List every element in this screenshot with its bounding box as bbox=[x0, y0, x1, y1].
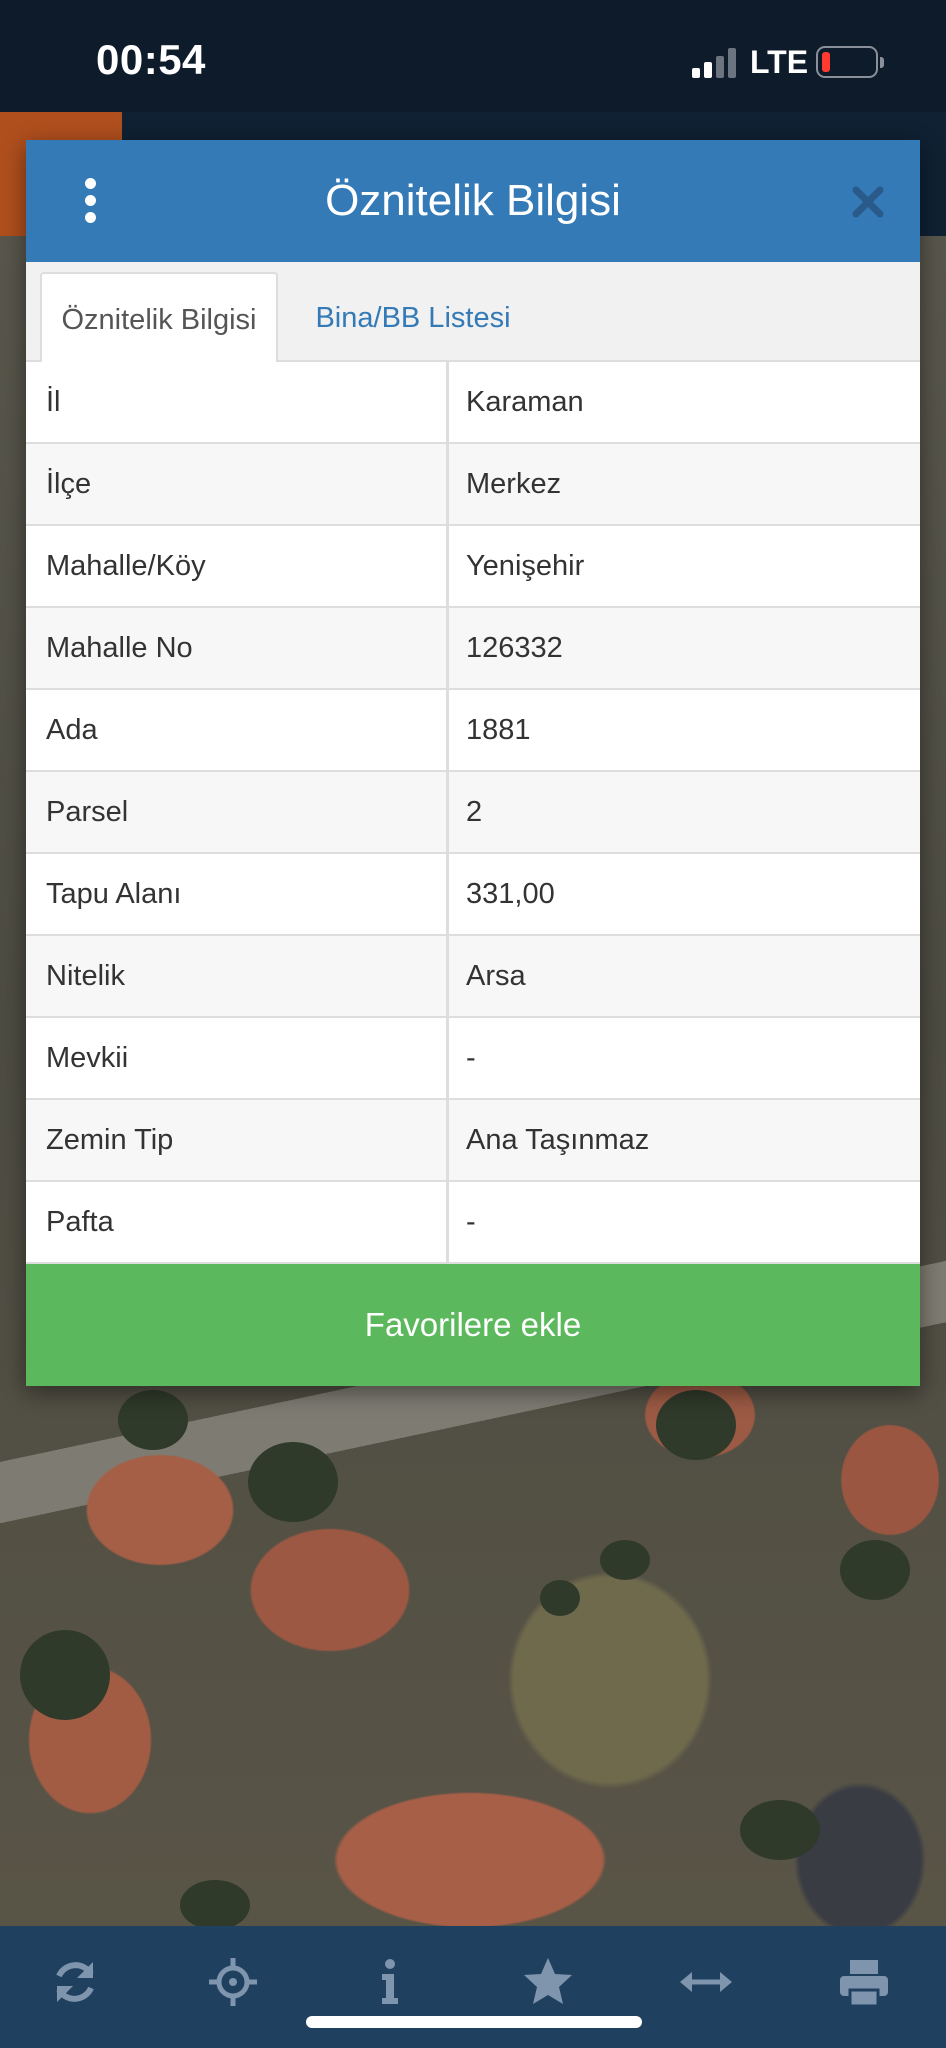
attribute-value: Ana Taşınmaz bbox=[466, 1124, 650, 1156]
attribute-value: - bbox=[466, 1042, 476, 1074]
column-divider bbox=[446, 1100, 449, 1180]
attribute-key: Pafta bbox=[46, 1206, 114, 1238]
battery-icon bbox=[816, 46, 884, 78]
more-vertical-icon[interactable] bbox=[70, 176, 110, 226]
attribute-value: Arsa bbox=[466, 960, 526, 992]
attribute-key: İlçe bbox=[46, 468, 92, 500]
attribute-value: 126332 bbox=[466, 632, 563, 664]
column-divider bbox=[446, 772, 449, 852]
attribute-value: Karaman bbox=[466, 386, 584, 418]
add-favorite-button[interactable]: Favorilere ekle bbox=[26, 1264, 920, 1386]
locate-icon[interactable] bbox=[203, 1952, 263, 2012]
signal-bar bbox=[728, 48, 736, 78]
attribute-dialog: Öznitelik Bilgisi Öznitelik Bilgisi Bina… bbox=[26, 140, 920, 1386]
print-icon[interactable] bbox=[834, 1952, 894, 2012]
info-icon[interactable] bbox=[360, 1952, 420, 2012]
table-row: Mevkii - bbox=[26, 1018, 920, 1100]
map-tree bbox=[180, 1880, 250, 1930]
column-divider bbox=[446, 1018, 449, 1098]
attribute-key: Mahalle No bbox=[46, 632, 193, 664]
column-divider bbox=[446, 1182, 449, 1262]
attribute-value: - bbox=[466, 1206, 476, 1238]
table-row: Mahalle No 126332 bbox=[26, 608, 920, 690]
map-tree bbox=[248, 1442, 338, 1522]
map-tree bbox=[118, 1390, 188, 1450]
map-tree bbox=[540, 1580, 580, 1616]
attribute-key: Ada bbox=[46, 714, 98, 746]
attribute-key: Zemin Tip bbox=[46, 1124, 174, 1156]
map-tree bbox=[740, 1800, 820, 1860]
tab-building-list[interactable]: Bina/BB Listesi bbox=[288, 272, 538, 364]
star-icon[interactable] bbox=[518, 1952, 578, 2012]
tab-attribute-info[interactable]: Öznitelik Bilgisi bbox=[40, 272, 278, 364]
map-tree bbox=[20, 1630, 110, 1720]
table-row: Zemin Tip Ana Taşınmaz bbox=[26, 1100, 920, 1182]
tab-bar: Öznitelik Bilgisi Bina/BB Listesi bbox=[26, 262, 920, 364]
attribute-key: Tapu Alanı bbox=[46, 878, 182, 910]
battery-level bbox=[822, 52, 830, 72]
column-divider bbox=[446, 526, 449, 606]
table-row: Mahalle/Köy Yenişehir bbox=[26, 526, 920, 608]
map-tree bbox=[656, 1390, 736, 1460]
attribute-value: Yenişehir bbox=[466, 550, 585, 582]
attribute-key: Mevkii bbox=[46, 1042, 129, 1074]
attribute-key: İl bbox=[46, 386, 61, 418]
table-row: İl Karaman bbox=[26, 362, 920, 444]
signal-bar bbox=[716, 56, 724, 78]
column-divider bbox=[446, 444, 449, 524]
map-tree bbox=[840, 1540, 910, 1600]
measure-icon[interactable] bbox=[676, 1952, 736, 2012]
column-divider bbox=[446, 854, 449, 934]
column-divider bbox=[446, 362, 449, 442]
attribute-key: Nitelik bbox=[46, 960, 125, 992]
column-divider bbox=[446, 608, 449, 688]
signal-bar bbox=[692, 68, 700, 78]
attribute-value: 331,00 bbox=[466, 878, 555, 910]
map-tree bbox=[600, 1540, 650, 1580]
attribute-table: İl Karaman İlçe Merkez Mahalle/Köy Yeniş… bbox=[26, 362, 920, 1264]
refresh-icon[interactable] bbox=[45, 1952, 105, 2012]
status-bar: 00:54 LTE bbox=[0, 0, 946, 112]
dialog-title: Öznitelik Bilgisi bbox=[325, 176, 621, 225]
signal-bar bbox=[704, 62, 712, 78]
attribute-key: Parsel bbox=[46, 796, 129, 828]
bottom-toolbar bbox=[0, 1926, 946, 2048]
network-type: LTE bbox=[750, 44, 809, 80]
table-row: Nitelik Arsa bbox=[26, 936, 920, 1018]
table-row: Parsel 2 bbox=[26, 772, 920, 854]
table-row: İlçe Merkez bbox=[26, 444, 920, 526]
status-time: 00:54 bbox=[96, 36, 206, 83]
attribute-value: 1881 bbox=[466, 714, 531, 746]
table-row: Ada 1881 bbox=[26, 690, 920, 772]
home-indicator[interactable] bbox=[306, 2016, 642, 2028]
table-row: Pafta - bbox=[26, 1182, 920, 1264]
attribute-value: Merkez bbox=[466, 468, 562, 500]
table-row: Tapu Alanı 331,00 bbox=[26, 854, 920, 936]
column-divider bbox=[446, 690, 449, 770]
cellular-signal-icon bbox=[692, 48, 738, 78]
column-divider bbox=[446, 936, 449, 1016]
attribute-key: Mahalle/Köy bbox=[46, 550, 206, 582]
dialog-header: Öznitelik Bilgisi bbox=[26, 140, 920, 262]
attribute-value: 2 bbox=[466, 796, 483, 828]
close-icon[interactable] bbox=[848, 182, 888, 222]
